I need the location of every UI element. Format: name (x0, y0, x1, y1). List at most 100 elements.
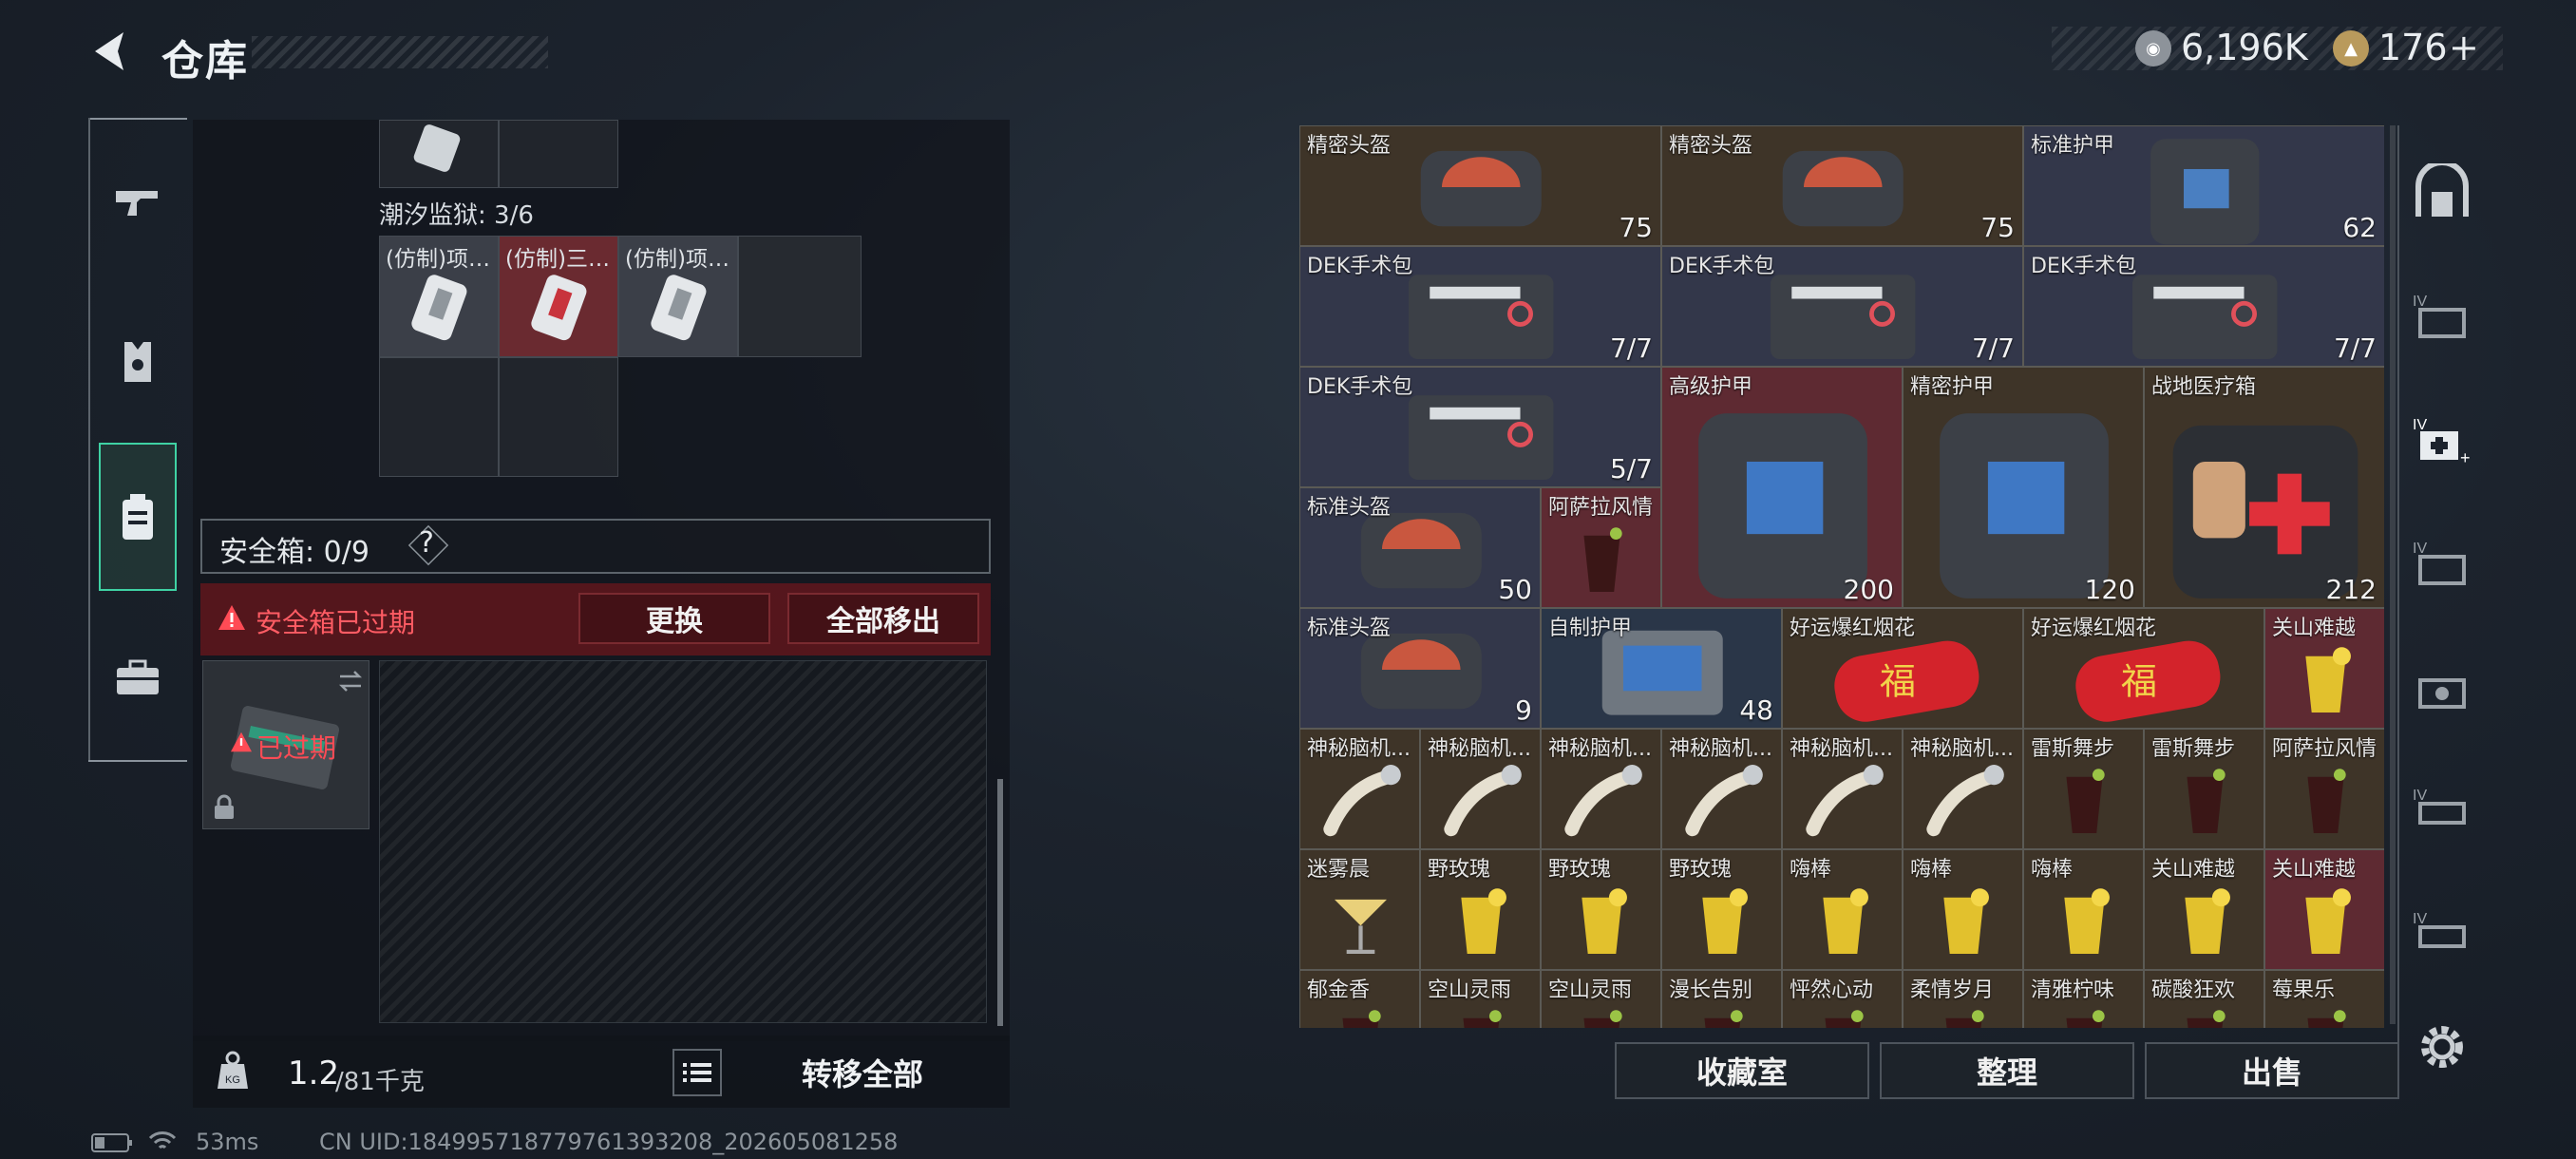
medical-tab-icon[interactable]: IV + (2413, 410, 2472, 467)
add-currency-button[interactable]: + (2449, 27, 2479, 68)
scrollbar[interactable] (2390, 125, 2396, 1024)
uid-text: CN UID:18499571877976139320­8_2026050812… (319, 1129, 899, 1155)
item-durability: 48 (1739, 694, 1773, 726)
sell-button[interactable]: 出售 (2145, 1042, 2399, 1099)
weight-value: 1.2 (288, 1054, 340, 1092)
section-label: 潮汐监狱: 3/6 (379, 201, 534, 230)
warehouse-item[interactable]: 福 好运爆红烟花 (1782, 608, 2023, 729)
warehouse-item[interactable]: 精密头盔 75 (1661, 125, 2023, 246)
item-name: 清雅柠味 (2031, 978, 2115, 1002)
sidebar-divider (88, 118, 187, 120)
warehouse-item[interactable]: 关山难越 (2264, 608, 2384, 729)
warehouse-item[interactable]: 标准头盔 9 (1299, 608, 1541, 729)
scrollbar[interactable] (997, 779, 1003, 1026)
storage-tab-icon[interactable]: IV (2413, 904, 2472, 961)
storage-tabs: IV IV + IV IV IV (2397, 125, 2483, 1068)
sidebar-item-backpack[interactable] (99, 479, 177, 557)
warehouse-item[interactable]: 高级护甲 200 (1661, 367, 1903, 608)
inventory-slot[interactable] (379, 120, 499, 188)
item-image (1698, 413, 1867, 598)
item-image (1421, 150, 1542, 226)
warehouse-item[interactable]: 神秘脑机... (1661, 729, 1782, 849)
warehouse-tab-icon[interactable] (2413, 163, 2472, 220)
back-arrow-icon[interactable] (85, 27, 135, 76)
warehouse-item[interactable]: 空山灵雨 (1420, 970, 1541, 1028)
warehouse-item[interactable]: 精密护甲 120 (1903, 367, 2144, 608)
item-image (1940, 413, 2109, 598)
warehouse-item[interactable]: 柔情岁月 (1903, 970, 2023, 1028)
warehouse-item[interactable]: 阿萨拉风情 (1541, 487, 1661, 608)
weight-max: /81千克 (335, 1068, 425, 1096)
warehouse-item[interactable]: 怦然心动 (1782, 970, 1903, 1028)
gold-amount: 176 (2378, 27, 2448, 68)
sidebar-item-armor[interactable] (99, 323, 177, 401)
replace-button[interactable]: 更换 (578, 593, 770, 644)
item-name: 嗨棒 (2031, 858, 2074, 882)
warehouse-item[interactable]: 嗨棒 (2023, 849, 2144, 970)
warehouse-item[interactable]: DEK手术包 7/7 (1661, 246, 2023, 367)
warehouse-item[interactable]: 阿萨拉风情 (2264, 729, 2384, 849)
item-name: 阿萨拉风情 (2272, 737, 2377, 761)
inventory-slot[interactable]: (仿制)三… (499, 236, 618, 357)
warehouse-item[interactable]: 空山灵雨 (1541, 970, 1661, 1028)
item-name: 嗨棒 (1910, 858, 1953, 882)
warehouse-item[interactable]: DEK手术包 5/7 (1299, 367, 1661, 487)
warehouse-item[interactable]: 雷斯舞步 (2144, 729, 2264, 849)
list-view-button[interactable] (672, 1049, 722, 1096)
item-name: 神秘脑机... (1548, 737, 1652, 761)
warehouse-item[interactable]: DEK手术包 7/7 (1299, 246, 1661, 367)
storage-tab-icon[interactable]: IV (2413, 781, 2472, 838)
inventory-slot[interactable] (738, 236, 862, 357)
item-name: 标准护甲 (2031, 134, 2115, 158)
inventory-slot[interactable]: (仿制)项… (379, 236, 499, 357)
warehouse-item[interactable]: 清雅柠味 (2023, 970, 2144, 1028)
inventory-slot[interactable]: (仿制)项… (618, 236, 738, 357)
item-name: 莓果乐 (2272, 978, 2336, 1002)
inventory-slot[interactable] (379, 357, 499, 477)
transfer-all-button[interactable]: 转移全部 (734, 1047, 991, 1098)
warehouse-item[interactable]: 标准护甲 62 (2023, 125, 2384, 246)
warehouse-item[interactable]: 福 好运爆红烟花 (2023, 608, 2264, 729)
warehouse-item[interactable]: DEK手术包 7/7 (2023, 246, 2384, 367)
item-image (411, 275, 467, 341)
warehouse-item[interactable]: 神秘脑机... (1420, 729, 1541, 849)
item-name: (仿制)项… (625, 247, 729, 272)
safebox-item[interactable]: 已过期 (202, 660, 369, 829)
warehouse-item[interactable]: 标准头盔 50 (1299, 487, 1541, 608)
warehouse-item[interactable]: 野玫瑰 (1541, 849, 1661, 970)
warehouse-item[interactable]: 莓果乐 (2264, 970, 2384, 1028)
warehouse-item[interactable]: 野玫瑰 (1420, 849, 1541, 970)
warehouse-item[interactable]: 碳酸狂欢 (2144, 970, 2264, 1028)
warehouse-item[interactable]: 战地医疗箱 212 (2144, 367, 2384, 608)
storage-tab-icon[interactable]: IV (2413, 534, 2472, 591)
sidebar-item-weapons[interactable] (99, 163, 177, 241)
warehouse-item[interactable]: 神秘脑机... (1782, 729, 1903, 849)
warehouse-item[interactable]: 野玫瑰 (1661, 849, 1782, 970)
organize-button[interactable]: 整理 (1880, 1042, 2134, 1099)
item-name: DEK手术包 (1307, 375, 1413, 399)
warehouse-item[interactable]: 漫长告别 (1661, 970, 1782, 1028)
warehouse-item[interactable]: 迷雾晨 (1299, 849, 1420, 970)
warehouse-item[interactable]: 郁金香 (1299, 970, 1420, 1028)
storage-tab-icon[interactable]: IV (2413, 287, 2472, 344)
silver-amount: 6,196K (2181, 27, 2308, 68)
inventory-slot[interactable] (499, 357, 618, 477)
warehouse-item[interactable]: 嗨棒 (1782, 849, 1903, 970)
warehouse-item[interactable]: 神秘脑机... (1903, 729, 2023, 849)
inventory-slot[interactable] (499, 120, 618, 188)
warehouse-item[interactable]: 关山难越 (2264, 849, 2384, 970)
storage-tab-icon[interactable] (2413, 657, 2472, 714)
warehouse-item[interactable]: 关山难越 (2144, 849, 2264, 970)
warehouse-item[interactable]: 雷斯舞步 (2023, 729, 2144, 849)
warehouse-item[interactable]: 神秘脑机... (1541, 729, 1661, 849)
item-name: 空山灵雨 (1548, 978, 1633, 1002)
warehouse-item[interactable]: 自制护甲 48 (1541, 608, 1782, 729)
warehouse-item[interactable]: 神秘脑机... (1299, 729, 1420, 849)
warehouse-item[interactable]: 精密头盔 75 (1299, 125, 1661, 246)
settings-gear-icon[interactable] (2413, 1018, 2472, 1075)
collection-button[interactable]: 收藏室 (1615, 1042, 1869, 1099)
warehouse-item[interactable]: 嗨棒 (1903, 849, 2023, 970)
sidebar-item-case[interactable] (99, 638, 177, 716)
remove-all-button[interactable]: 全部移出 (787, 593, 979, 644)
help-icon[interactable]: ? (419, 526, 434, 560)
